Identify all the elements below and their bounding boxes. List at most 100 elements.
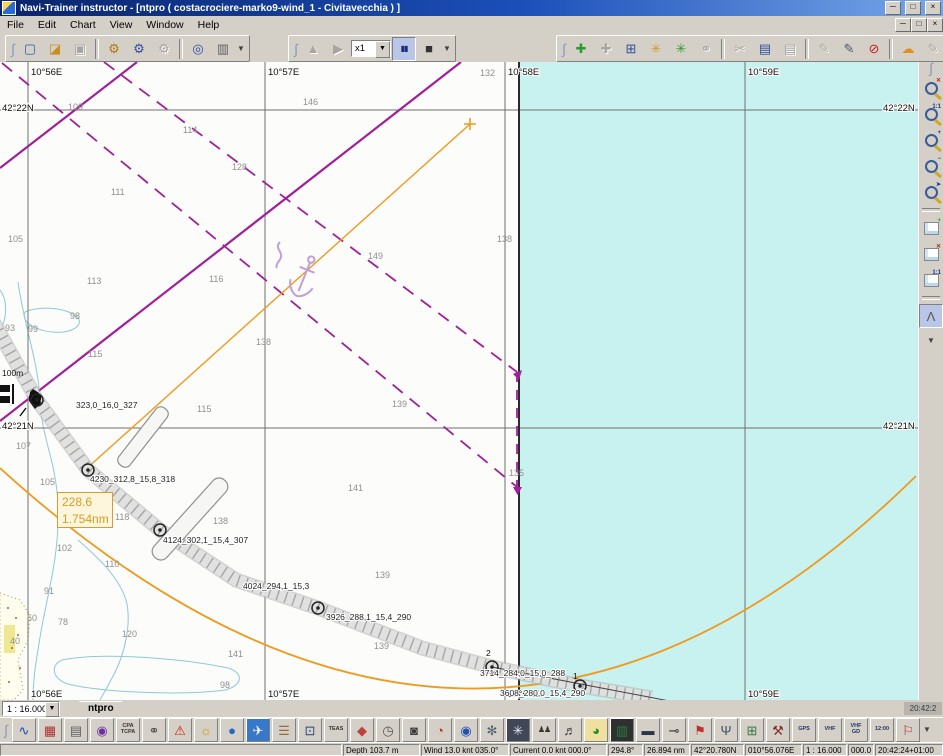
depth-label: 115 bbox=[197, 404, 211, 414]
pause-icon[interactable]: ▮▮ bbox=[392, 37, 416, 61]
menu-view[interactable]: View bbox=[103, 18, 140, 32]
video-camera-icon[interactable]: ◉ bbox=[90, 718, 114, 742]
restore-button[interactable]: □ bbox=[905, 1, 921, 15]
scale-combo[interactable]: 1 : 16.000 ▼ bbox=[2, 701, 60, 716]
submarine-icon[interactable]: ▬ bbox=[636, 718, 660, 742]
child-restore-button[interactable]: □ bbox=[911, 18, 927, 32]
child-close-button[interactable]: × bbox=[927, 18, 943, 32]
toolbar-overflow-chevron[interactable]: ▼ bbox=[442, 38, 452, 60]
flags-icon[interactable]: ⚑ bbox=[688, 718, 712, 742]
stop-icon[interactable]: ■ bbox=[417, 37, 441, 61]
open-exercise-icon[interactable]: ◪ bbox=[43, 37, 67, 61]
zoom-out-icon[interactable]: − bbox=[919, 154, 943, 178]
speed-combo[interactable]: x1▼ bbox=[351, 40, 391, 57]
clock-1200-icon[interactable]: 12:00 bbox=[870, 718, 894, 742]
menu-chart[interactable]: Chart bbox=[63, 18, 103, 32]
toolbar-grip[interactable]: ∫ bbox=[2, 720, 10, 740]
protractor-tool-icon[interactable]: ✎ bbox=[837, 37, 861, 61]
sound-icon[interactable]: ♬ bbox=[558, 718, 582, 742]
vhf-gd-icon[interactable]: VHFGD bbox=[844, 718, 868, 742]
gps-icon[interactable]: GPS bbox=[792, 718, 816, 742]
save-settings-icon[interactable]: ⚙ bbox=[127, 37, 151, 61]
toolbar-overflow-chevron[interactable]: ▼ bbox=[922, 719, 932, 741]
meridian-label-bottom: 10°56E bbox=[31, 689, 62, 700]
crew-icon[interactable]: ♟♟ bbox=[532, 718, 556, 742]
graph-icon[interactable]: ∿ bbox=[12, 718, 36, 742]
camera-icon[interactable]: ◙ bbox=[402, 718, 426, 742]
menu-help[interactable]: Help bbox=[191, 18, 227, 32]
helicopter-icon[interactable]: ✻ bbox=[480, 718, 504, 742]
chart-annotation: 1 bbox=[573, 671, 578, 681]
scale-combo-arrow[interactable]: ▼ bbox=[45, 702, 59, 717]
preview-icon[interactable]: ◎ bbox=[186, 37, 210, 61]
group-objects-icon[interactable]: ✳ bbox=[644, 37, 668, 61]
zoom-window-icon[interactable]: ✕ bbox=[919, 76, 943, 100]
child-minimize-button[interactable]: ─ bbox=[895, 18, 911, 32]
copy-icon[interactable]: ▤ bbox=[753, 37, 777, 61]
bearing-tool-icon[interactable]: ⊘ bbox=[862, 37, 886, 61]
antenna-icon[interactable]: Ψ bbox=[714, 718, 738, 742]
waypoint-label: 4024_294,1_15,3 bbox=[243, 581, 309, 591]
depth-label: 138 bbox=[213, 516, 228, 526]
edit-pencil-icon: ✎ bbox=[921, 37, 943, 61]
restricted-area bbox=[519, 62, 918, 700]
toolbar-overflow-chevron[interactable]: ▼ bbox=[236, 38, 246, 60]
teas-icon[interactable]: TEAS bbox=[324, 718, 348, 742]
alarm-clock-icon[interactable]: ◔ bbox=[428, 718, 452, 742]
minimize-button[interactable]: ─ bbox=[885, 1, 901, 15]
compass-icon[interactable]: ◉ bbox=[454, 718, 478, 742]
zoom-out-icon bbox=[925, 160, 938, 173]
globe-icon[interactable]: ● bbox=[220, 718, 244, 742]
application-window: Navi-Trainer instructor - [ntpro ( costa… bbox=[0, 0, 943, 756]
scroll-icon[interactable]: ☰ bbox=[272, 718, 296, 742]
depth-label: 40 bbox=[10, 636, 20, 646]
zoom-in-icon[interactable]: + bbox=[919, 128, 943, 152]
shield-icon[interactable]: ◆ bbox=[350, 718, 374, 742]
divider-tool-icon[interactable]: Λ bbox=[919, 304, 943, 328]
weather-icon[interactable]: ☁ bbox=[896, 37, 920, 61]
tab-ntpro[interactable]: ntpro bbox=[70, 701, 132, 717]
targets-net-icon[interactable]: ▦ bbox=[38, 718, 62, 742]
fuel-icon[interactable]: ⊸ bbox=[662, 718, 686, 742]
chart-canvas[interactable]: 10°56E10°56E10°57E10°57E10°58E10°58E10°5… bbox=[0, 62, 918, 700]
new-exercise-icon[interactable]: ▢ bbox=[18, 37, 42, 61]
add-chart-icon[interactable]: + bbox=[919, 216, 943, 240]
ungroup-objects-icon[interactable]: ✳ bbox=[669, 37, 693, 61]
gear-star-icon[interactable]: ✳ bbox=[506, 718, 530, 742]
close-button[interactable]: × bbox=[925, 1, 941, 15]
tools-icon[interactable]: ⚒ bbox=[766, 718, 790, 742]
zoom-review-icon[interactable]: ➤ bbox=[919, 180, 943, 204]
toolbar-grip[interactable]: ∫ bbox=[921, 64, 941, 74]
remove-chart-icon[interactable]: ✕ bbox=[919, 242, 943, 266]
pie-chart-icon[interactable]: ◕ bbox=[584, 718, 608, 742]
bird-icon[interactable]: ✈ bbox=[246, 718, 270, 742]
toolbar-grip[interactable]: ∫ bbox=[560, 39, 568, 59]
toolbar-overflow-chevron[interactable]: ▼ bbox=[926, 330, 936, 352]
monitor-image-icon[interactable]: ⊞ bbox=[740, 718, 764, 742]
toolbar-grip[interactable]: ∫ bbox=[292, 39, 300, 59]
chart-annotation: 2 bbox=[486, 648, 491, 658]
speed-combo-arrow[interactable]: ▼ bbox=[375, 41, 390, 58]
lamp-icon[interactable]: ☼ bbox=[194, 718, 218, 742]
vhf-icon[interactable]: VHF bbox=[818, 718, 842, 742]
toolbar-grip[interactable]: ∫ bbox=[9, 39, 17, 59]
locks-icon[interactable]: ⚭ bbox=[142, 718, 166, 742]
chart-scale-icon[interactable]: 1:1 bbox=[919, 268, 943, 292]
add-vessel-icon[interactable]: ✚ bbox=[569, 37, 593, 61]
menu-window[interactable]: Window bbox=[139, 18, 190, 32]
cpa-tcpa-icon[interactable]: CPATCPA bbox=[116, 718, 140, 742]
flag-clock-icon[interactable]: ⚐ bbox=[896, 718, 920, 742]
vessel-display-icon[interactable]: ⊞ bbox=[619, 37, 643, 61]
display-image-icon[interactable]: ⊡ bbox=[298, 718, 322, 742]
video-clock-icon[interactable]: ◷ bbox=[376, 718, 400, 742]
exercise-settings-icon[interactable]: ⚙ bbox=[102, 37, 126, 61]
rgb-panel-icon[interactable]: ▥ bbox=[610, 718, 634, 742]
zoom-original-icon[interactable]: 1:1 bbox=[919, 102, 943, 126]
menu-edit[interactable]: Edit bbox=[31, 18, 63, 32]
alarm-warning-icon[interactable]: ⚠ bbox=[168, 718, 192, 742]
print-icon[interactable]: ▥ bbox=[211, 37, 235, 61]
recorder-icon[interactable]: ▤ bbox=[64, 718, 88, 742]
menu-file[interactable]: File bbox=[0, 18, 31, 32]
zoom-in-icon bbox=[925, 134, 938, 147]
add-chart-icon bbox=[924, 222, 939, 235]
